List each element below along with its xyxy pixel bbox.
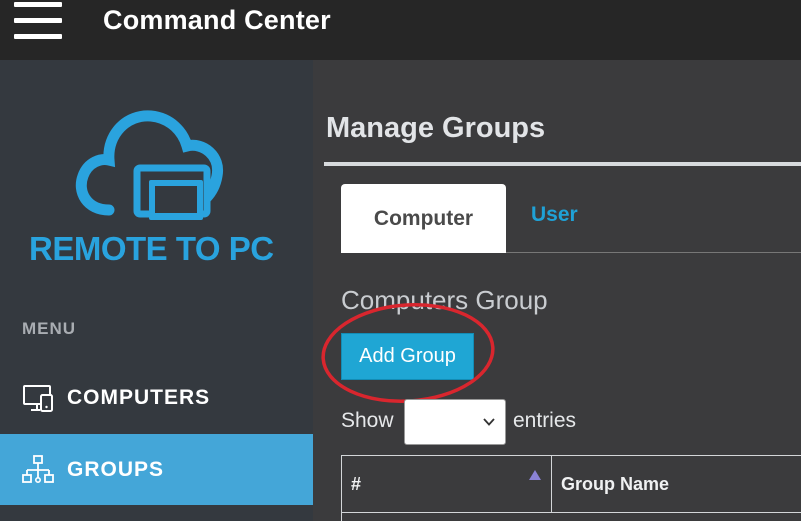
remote-to-pc-logo[interactable]: REMOTE TO PC bbox=[25, 100, 285, 270]
sidebar-item-label: COMPUTERS bbox=[67, 385, 211, 409]
logo-text: REMOTE TO PC bbox=[29, 230, 274, 267]
sidebar-item-label: GROUPS bbox=[67, 457, 165, 481]
network-icon bbox=[22, 454, 54, 483]
groups-table: # Group Name bbox=[341, 455, 801, 521]
tab-computer[interactable]: Computer bbox=[341, 184, 506, 253]
column-header-label: Group Name bbox=[561, 473, 670, 494]
column-header-number[interactable]: # bbox=[342, 456, 552, 513]
sidebar-item-groups[interactable]: GROUPS bbox=[0, 434, 313, 505]
top-bar: Command Center bbox=[0, 0, 801, 60]
show-label: Show bbox=[341, 409, 394, 432]
hamburger-menu-icon[interactable] bbox=[14, 2, 62, 40]
cloud-monitor-logo-icon bbox=[75, 110, 224, 220]
column-header-group-name[interactable]: Group Name bbox=[552, 456, 801, 513]
main-content: Manage Groups Computer User Computers Gr… bbox=[313, 60, 801, 521]
add-group-button[interactable]: Add Group bbox=[341, 333, 474, 380]
monitor-icon bbox=[23, 384, 53, 412]
entries-per-page-select[interactable] bbox=[404, 399, 506, 445]
page-title: Manage Groups bbox=[326, 112, 546, 144]
entries-label: entries bbox=[513, 409, 577, 432]
sidebar: REMOTE TO PC MENU COMPUTERS GROUPS bbox=[0, 60, 313, 521]
sort-ascending-icon bbox=[529, 470, 541, 480]
menu-heading: MENU bbox=[22, 319, 77, 338]
title-divider bbox=[324, 162, 801, 166]
sidebar-item-computers[interactable]: COMPUTERS bbox=[0, 362, 313, 433]
app-title: Command Center bbox=[103, 5, 331, 35]
tab-user[interactable]: User bbox=[531, 203, 578, 227]
section-title: Computers Group bbox=[341, 285, 548, 315]
column-header-label: # bbox=[351, 473, 362, 494]
chevron-down-icon bbox=[483, 418, 495, 426]
tabs-divider bbox=[506, 252, 801, 253]
